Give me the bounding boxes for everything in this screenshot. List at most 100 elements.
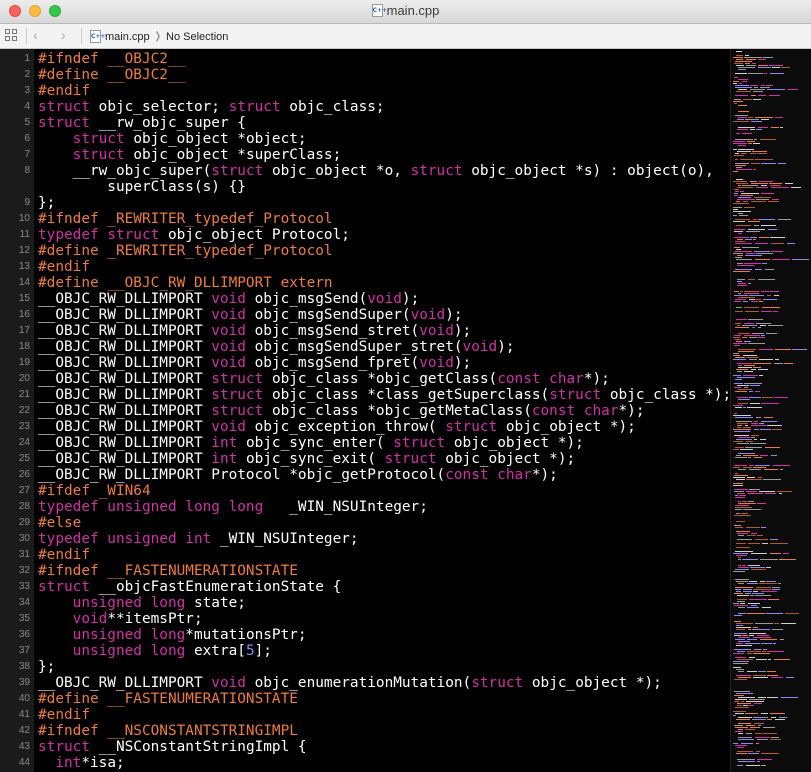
code-line[interactable]: 8 __rw_objc_super(struct objc_object *o,… <box>0 163 730 195</box>
line-text: __OBJC_RW_DLLIMPORT void objc_msgSend_st… <box>38 323 472 339</box>
code-line[interactable]: 3 #endif <box>0 83 730 99</box>
code-line[interactable]: 26 __OBJC_RW_DLLIMPORT Protocol *objc_get… <box>0 467 730 483</box>
code-line[interactable]: 21 __OBJC_RW_DLLIMPORT struct objc_class … <box>0 387 730 403</box>
minimap-stroke <box>736 581 748 582</box>
minimap-stroke <box>751 435 759 436</box>
minimap-stroke <box>770 713 785 714</box>
code-line[interactable]: 9}; <box>0 195 730 211</box>
minimap-stroke <box>735 339 741 340</box>
code-line[interactable]: 19 __OBJC_RW_DLLIMPORT void objc_msgSend_… <box>0 355 730 371</box>
line-number: 8 <box>24 165 30 176</box>
code-line[interactable]: 14 #define __OBJC_RW_DLLIMPORT extern <box>0 275 730 291</box>
code-line[interactable]: 38}; <box>0 659 730 675</box>
code-line[interactable]: 20 __OBJC_RW_DLLIMPORT struct objc_class … <box>0 371 730 387</box>
minimap-stroke <box>748 753 759 754</box>
line-text: struct __rw_objc_super { <box>38 115 246 131</box>
breadcrumb-file[interactable]: main.cpp <box>105 31 150 43</box>
minimap-stroke <box>735 457 747 458</box>
minimap-stroke <box>750 129 755 130</box>
code-line[interactable]: 37 unsigned long extra[5]; <box>0 643 730 659</box>
minimap-stroke <box>734 621 741 622</box>
code-line[interactable]: 2 #define __OBJC2__ <box>0 67 730 83</box>
minimap-stroke <box>738 607 745 608</box>
code-line[interactable]: 7 struct objc_object *superClass; <box>0 147 730 163</box>
minimap-stroke <box>733 203 749 204</box>
code-line[interactable]: 35 void**itemsPtr; <box>0 611 730 627</box>
code-line[interactable]: 17 __OBJC_RW_DLLIMPORT void objc_msgSend_… <box>0 323 730 339</box>
code-line[interactable]: 44 int*isa; <box>0 755 730 771</box>
code-line[interactable]: 11 typedef struct objc_object Protocol; <box>0 227 730 243</box>
code-line[interactable]: 5 struct __rw_objc_super { <box>0 115 730 131</box>
minimap-stroke <box>753 169 756 170</box>
code-line[interactable]: 34 unsigned long state; <box>0 595 730 611</box>
related-items-grid-icon[interactable] <box>5 29 19 43</box>
minimap-stroke <box>734 649 751 650</box>
code-line[interactable]: 23 __OBJC_RW_DLLIMPORT void objc_exceptio… <box>0 419 730 435</box>
minimap-stroke <box>770 185 781 186</box>
code-line[interactable]: 24 __OBJC_RW_DLLIMPORT int objc_sync_ente… <box>0 435 730 451</box>
code-line[interactable]: 43 struct __NSConstantStringImpl { <box>0 739 730 755</box>
minimap-stroke <box>736 625 743 626</box>
minimap-stroke <box>736 341 742 342</box>
line-text: #endif <box>38 547 90 563</box>
minimap-stroke <box>775 117 783 118</box>
minimap-stroke <box>745 425 748 426</box>
code-line[interactable]: 15 __OBJC_RW_DLLIMPORT void objc_msgSend(… <box>0 291 730 307</box>
minimap-stroke <box>741 701 744 702</box>
minimap-stroke <box>735 299 746 300</box>
minimap-stroke <box>737 651 745 652</box>
breadcrumb-selection[interactable]: No Selection <box>166 31 228 43</box>
code-line[interactable]: 30 typedef unsigned int _WIN_NSUInteger; <box>0 531 730 547</box>
code-line[interactable]: 27 #ifdef _WIN64 <box>0 483 730 499</box>
code-line[interactable]: 41 #endif <box>0 707 730 723</box>
code-area[interactable]: 1 #ifndef __OBJC2__ 2 #define __OBJC2__ 3 #en… <box>0 51 730 771</box>
minimap-stroke <box>737 595 749 596</box>
minimap-stroke <box>748 493 763 494</box>
code-line[interactable]: 33 struct __objcFastEnumerationState { <box>0 579 730 595</box>
minimap-stroke <box>735 569 749 570</box>
minimap-stroke <box>745 255 762 256</box>
code-line[interactable]: 6 struct objc_object *object; <box>0 131 730 147</box>
minimap-stroke <box>736 319 747 320</box>
minimap-stroke <box>734 615 742 616</box>
minimap-stroke <box>738 733 743 734</box>
code-line[interactable]: 18 __OBJC_RW_DLLIMPORT void objc_msgSendS… <box>0 339 730 355</box>
code-line[interactable]: 29 #else <box>0 515 730 531</box>
code-line[interactable]: 25 __OBJC_RW_DLLIMPORT int objc_sync_exit… <box>0 451 730 467</box>
forward-button[interactable]: › <box>61 27 66 43</box>
code-line[interactable]: 28 typedef unsigned long long _WIN_NSUInt… <box>0 499 730 515</box>
minimap-stroke <box>733 405 743 406</box>
back-button[interactable]: ‹ <box>33 27 38 43</box>
code-line[interactable]: 16 __OBJC_RW_DLLIMPORT void objc_msgSendS… <box>0 307 730 323</box>
minimap-stroke <box>738 737 752 738</box>
minimap-stroke <box>761 713 768 714</box>
code-line[interactable]: 10 #ifndef _REWRITER_typedef_Protocol <box>0 211 730 227</box>
line-text: __OBJC_RW_DLLIMPORT Protocol *objc_getPr… <box>38 467 558 483</box>
code-line[interactable]: 13 #endif <box>0 259 730 275</box>
line-text: __OBJC_RW_DLLIMPORT struct objc_class *o… <box>38 371 610 387</box>
code-line[interactable]: 40 #define __FASTENUMERATIONSTATE <box>0 691 730 707</box>
minimap-stroke <box>737 425 742 426</box>
minimap-stroke <box>737 385 749 386</box>
minimap-stroke <box>758 59 766 60</box>
minimap-stroke <box>750 153 756 154</box>
code-line[interactable]: 22 __OBJC_RW_DLLIMPORT struct objc_class … <box>0 403 730 419</box>
minimap-stroke <box>736 369 748 370</box>
minimap-stroke <box>740 603 745 604</box>
code-line[interactable]: 36 unsigned long*mutationsPtr; <box>0 627 730 643</box>
minimap-stroke <box>736 591 741 592</box>
code-line[interactable]: 1 #ifndef __OBJC2__ <box>0 51 730 67</box>
source-editor[interactable]: 1 #ifndef __OBJC2__ 2 #define __OBJC2__ 3 #en… <box>0 49 730 772</box>
code-line[interactable]: 31 #endif <box>0 547 730 563</box>
line-number: 19 <box>18 357 30 368</box>
code-line[interactable]: 12 #define _REWRITER_typedef_Protocol <box>0 243 730 259</box>
minimap-stroke <box>755 243 768 244</box>
code-line[interactable]: 39 __OBJC_RW_DLLIMPORT void objc_enumerat… <box>0 675 730 691</box>
minimap-stroke <box>736 645 752 646</box>
minimap[interactable] <box>730 49 811 772</box>
minimap-stroke <box>735 447 744 448</box>
minimap-stroke <box>737 199 755 200</box>
code-line[interactable]: 42 #ifndef __NSCONSTANTSTRINGIMPL <box>0 723 730 739</box>
code-line[interactable]: 4 struct objc_selector; struct objc_class… <box>0 99 730 115</box>
code-line[interactable]: 32 #ifndef __FASTENUMERATIONSTATE <box>0 563 730 579</box>
